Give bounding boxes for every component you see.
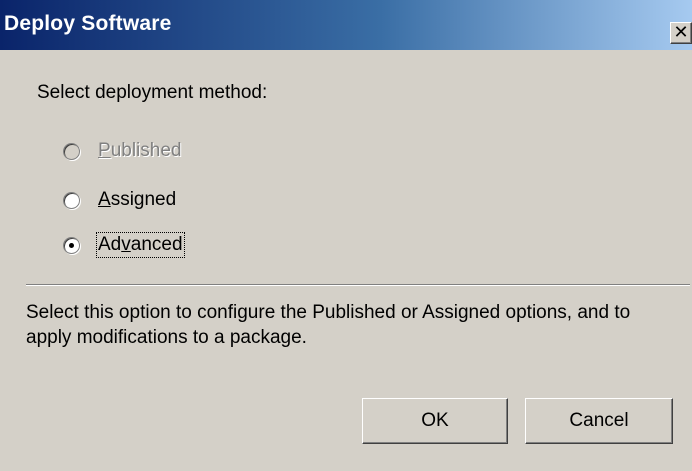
assigned-accelerator: A bbox=[98, 189, 111, 210]
advanced-label-start: Ad bbox=[98, 234, 122, 255]
cancel-button[interactable]: Cancel bbox=[525, 398, 673, 444]
ok-button[interactable]: OK bbox=[362, 398, 508, 444]
deployment-method-prompt: Select deployment method: bbox=[37, 82, 268, 103]
advanced-radio[interactable] bbox=[63, 236, 80, 254]
published-accelerator: P bbox=[98, 140, 111, 161]
option-description: Select this option to configure the Publ… bbox=[26, 302, 631, 348]
deploy-software-dialog: Deploy Software ✕ Select deployment meth… bbox=[0, 0, 692, 471]
advanced-label[interactable]: Advanced bbox=[96, 232, 185, 258]
option-published: Published bbox=[63, 138, 181, 164]
radio-selected-dot bbox=[69, 242, 74, 248]
title-bar[interactable]: Deploy Software ✕ bbox=[0, 0, 692, 50]
advanced-accelerator: v bbox=[121, 234, 131, 255]
window-title: Deploy Software bbox=[4, 12, 172, 35]
assigned-label[interactable]: Assigned bbox=[98, 189, 176, 211]
published-radio bbox=[63, 142, 80, 160]
assigned-label-rest: ssigned bbox=[110, 189, 177, 210]
published-label: Published bbox=[98, 140, 181, 162]
published-label-rest: ublished bbox=[110, 140, 182, 161]
close-button[interactable]: ✕ bbox=[670, 22, 692, 44]
option-assigned[interactable]: Assigned bbox=[63, 187, 176, 213]
close-icon: ✕ bbox=[673, 22, 689, 43]
assigned-radio[interactable] bbox=[63, 191, 80, 209]
advanced-label-rest: anced bbox=[130, 234, 183, 255]
separator bbox=[26, 284, 690, 286]
option-advanced[interactable]: Advanced bbox=[63, 232, 185, 258]
